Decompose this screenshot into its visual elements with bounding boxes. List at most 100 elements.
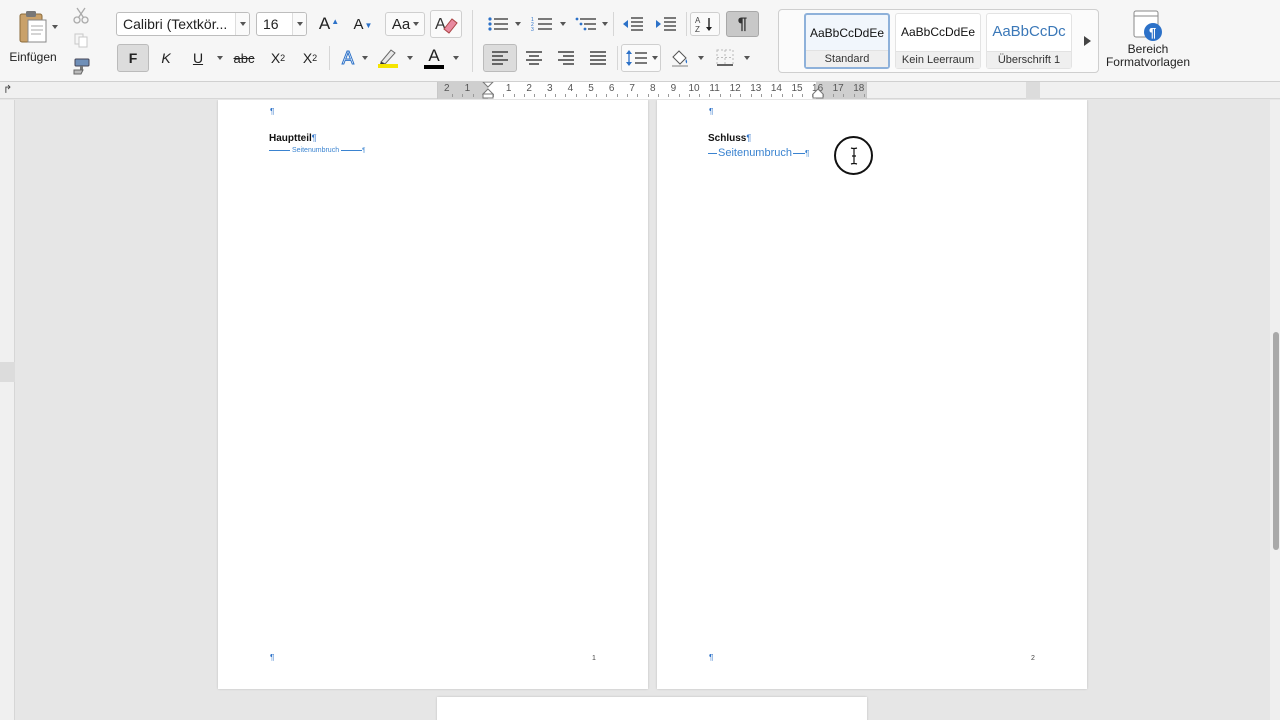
ruler-tick [575, 94, 577, 97]
strikethrough-button[interactable]: abc [228, 46, 260, 70]
font-family-value: Calibri (Textkör... [123, 16, 228, 32]
font-color-dropdown-icon[interactable] [453, 56, 459, 60]
change-case-dropdown-icon[interactable] [413, 22, 419, 26]
highlight-color-bar [378, 64, 398, 68]
style-name: Überschrift 1 [987, 51, 1071, 68]
borders-button[interactable] [710, 44, 740, 72]
justify-button[interactable] [583, 46, 613, 70]
styles-next-button[interactable] [1079, 30, 1095, 52]
text-effects-dropdown-icon[interactable] [362, 56, 368, 60]
style-heading-1[interactable]: AaBbCcDc Überschrift 1 [986, 13, 1072, 69]
ruler-tick [678, 94, 680, 97]
horizontal-ruler[interactable]: 2 1 1 2 3 4 5 6 7 8 9 10 11 12 13 14 15 16 17 18 [437, 82, 867, 99]
styles-pane-button[interactable]: ¶ Bereich Formatvorlagen [1102, 8, 1194, 78]
change-case-button[interactable]: Aa [385, 12, 425, 36]
shrink-font-button[interactable]: A ▼ [348, 12, 378, 36]
pilcrow-icon: ¶ [737, 14, 748, 33]
grow-font-button[interactable]: A ▲ [314, 12, 344, 36]
divider [613, 12, 614, 36]
highlight-button[interactable] [373, 44, 403, 72]
shading-button[interactable] [666, 44, 694, 72]
indent-marker-icon[interactable] [482, 82, 494, 99]
scrollbar-thumb[interactable] [1273, 332, 1279, 550]
numbered-list-icon: 123 [531, 17, 552, 32]
divider [686, 12, 687, 36]
page-1[interactable]: ¶ Hauptteil¶ Seitenumbruch ¶ ¶ 1 [218, 100, 648, 689]
numbering-dropdown-icon[interactable] [560, 22, 566, 26]
right-indent-marker-icon[interactable] [812, 88, 824, 99]
line-spacing-dropdown-icon[interactable] [652, 56, 658, 60]
multilevel-list-button[interactable] [571, 12, 601, 36]
format-painter-button[interactable] [70, 55, 92, 77]
page-3[interactable] [437, 697, 867, 720]
underline-button[interactable]: U [184, 46, 212, 70]
paintbrush-icon [73, 58, 90, 75]
paragraph-mark: ¶ [746, 133, 752, 143]
vertical-scrollbar[interactable] [1270, 100, 1280, 720]
copy-button[interactable] [70, 30, 92, 50]
bold-button[interactable]: F [117, 44, 149, 72]
decrease-indent-button[interactable] [618, 12, 648, 36]
paste-dropdown-icon[interactable] [52, 25, 58, 29]
page-break-marker[interactable]: Seitenumbruch ¶ [708, 147, 809, 159]
style-no-spacing[interactable]: AaBbCcDdEe Kein Leerraum [895, 13, 981, 69]
paste-button[interactable]: Einfügen [6, 6, 60, 72]
tab-stop-selector-icon[interactable]: ↱ [3, 83, 12, 96]
show-formatting-marks-button[interactable]: ¶ [726, 11, 759, 37]
sort-button[interactable]: AZ [690, 12, 720, 36]
ruler-label: 11 [709, 83, 720, 94]
style-standard[interactable]: AaBbCcDdEe Standard [804, 13, 890, 69]
clear-formatting-button[interactable]: A [430, 10, 462, 38]
page-break-label: Seitenumbruch [718, 147, 792, 159]
line-spacing-icon [626, 50, 647, 66]
style-sample: AaBbCcDc [992, 23, 1066, 40]
font-size-select[interactable]: 16 [256, 12, 307, 36]
superscript-button[interactable]: X2 [296, 46, 324, 70]
ruler-tick [853, 94, 855, 97]
align-right-button[interactable] [551, 46, 581, 70]
heading-text[interactable]: Hauptteil¶ [269, 133, 317, 144]
ruler-label: 17 [832, 83, 844, 94]
shading-dropdown-icon[interactable] [698, 56, 704, 60]
text-effects-button[interactable]: A [334, 46, 362, 70]
clipboard-icon [19, 11, 47, 43]
document-canvas[interactable]: ¶ Hauptteil¶ Seitenumbruch ¶ ¶ 1 ¶ Schlu… [22, 100, 1270, 720]
italic-button[interactable]: K [152, 46, 180, 70]
ruler-right-area [1026, 82, 1040, 99]
heading-label: Hauptteil [269, 133, 312, 144]
ruler-label: 5 [588, 83, 594, 94]
page-break-marker[interactable]: Seitenumbruch ¶ [269, 147, 365, 154]
ruler-tick [616, 94, 618, 97]
highlight-dropdown-icon[interactable] [407, 56, 413, 60]
ruler-tick [688, 94, 690, 97]
ruler-label: 2 [526, 83, 532, 94]
heading-text[interactable]: Schluss¶ [708, 133, 751, 144]
align-left-button[interactable] [483, 44, 517, 72]
vertical-ruler[interactable] [0, 100, 15, 720]
page-2[interactable]: ¶ Schluss¶ Seitenumbruch ¶ ¶ 2 [657, 100, 1087, 689]
ruler-label: 12 [729, 83, 741, 94]
ruler-label: 18 [853, 83, 865, 94]
bullet-list-icon [488, 17, 508, 31]
borders-dropdown-icon[interactable] [744, 56, 750, 60]
multilevel-list-icon [575, 17, 596, 31]
font-color-button[interactable]: A [419, 44, 449, 72]
underline-dropdown-icon[interactable] [217, 56, 223, 60]
font-family-select[interactable]: Calibri (Textkör... [116, 12, 250, 36]
subscript-button[interactable]: X2 [264, 46, 292, 70]
bullets-dropdown-icon[interactable] [515, 22, 521, 26]
increase-indent-button[interactable] [651, 12, 681, 36]
multilevel-dropdown-icon[interactable] [602, 22, 608, 26]
scissors-icon [73, 7, 89, 24]
cut-button[interactable] [70, 5, 92, 25]
ruler-tick [462, 94, 464, 97]
strikethrough-icon: abc [233, 50, 255, 66]
ruler-tick [534, 94, 536, 97]
bullets-button[interactable] [483, 12, 513, 36]
borders-icon [716, 49, 734, 66]
align-center-button[interactable] [519, 46, 549, 70]
shrink-font-icon: A [353, 15, 364, 33]
ruler-tick [750, 94, 752, 97]
chevron-down-icon [292, 13, 306, 35]
numbering-button[interactable]: 123 [527, 12, 557, 36]
